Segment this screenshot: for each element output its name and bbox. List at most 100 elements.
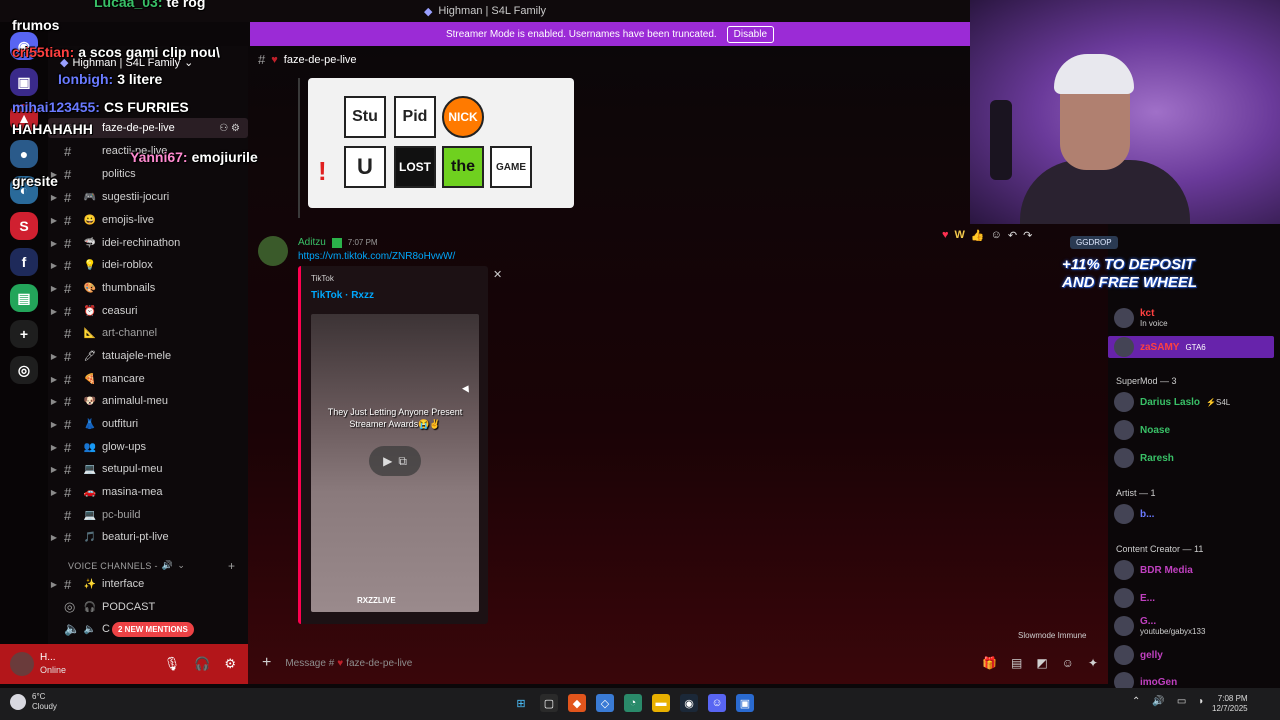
app-icon[interactable]: ▣ [736,694,754,712]
hash-icon: # [64,529,72,545]
server-icon[interactable]: ▤ [10,284,38,312]
channel-reactii-pe-live[interactable]: # reactii-pe-live [48,141,248,161]
embed-provider: TikTok [311,274,334,283]
meme-tile: Pid [394,96,436,138]
headphones-icon[interactable]: 🎧 [194,656,210,672]
brave-browser-icon[interactable]: ◆ [568,694,586,712]
channel-mancare[interactable]: ▶ # 🍕 mancare [48,369,248,389]
gear-icon[interactable]: ⚙ [224,656,236,672]
channel-faze-de-pe-live[interactable]: # faze-de-pe-live ⚇ ⚙ [48,118,248,138]
channel-idei-roblox[interactable]: ▶ # 💡 idei-roblox [48,255,248,275]
voice-channel-podcast[interactable]: ◎ 🎧 PODCAST [48,597,248,617]
copilot-icon[interactable]: ◇ [596,694,614,712]
network-icon[interactable]: ▭ [1177,696,1186,707]
server-icon[interactable]: S [10,212,38,240]
message-composer[interactable]: + Message # ♥ faze-de-pe-live 🎁 ▤ ◩ ☺ ✦ [258,648,1098,678]
author-avatar[interactable] [258,236,288,266]
channel-interface[interactable]: ▶ # ✨ interface [48,574,248,594]
channel-tatuajele-mele[interactable]: ▶ # 🖊 tatuajele-mele [48,346,248,366]
steam-icon[interactable]: ◉ [680,694,698,712]
channel-glow-ups[interactable]: ▶ # 👥 glow-ups [48,437,248,457]
task-view-icon[interactable]: ▢ [540,694,558,712]
discord-home-icon[interactable]: ◉ [10,32,38,60]
ggdrop-ad: GGDROP +11% TO DEPOSIT AND FREE WHEEL [1052,236,1228,302]
forward-icon[interactable]: ↷ [1023,229,1032,242]
channel-art-channel[interactable]: # 📐 art-channel [48,323,248,343]
member-item[interactable]: BDR Media [1114,560,1193,580]
discover-icon[interactable]: ◎ [10,356,38,384]
embed-video[interactable]: They Just Letting Anyone Present Streame… [311,314,479,612]
server-icon[interactable]: ◐ [10,176,38,204]
member-item[interactable]: Raresh [1114,448,1174,468]
channel-sugestii-jocuri[interactable]: ▶ # 🎮 sugestii-jocuri [48,187,248,207]
invite-settings-icon[interactable]: ⚇ ⚙ [219,123,240,134]
channel-thumbnails[interactable]: ▶ # 🎨 thumbnails [48,278,248,298]
emoji-icon[interactable]: ☺ [1062,656,1074,670]
member-item[interactable]: G... youtube/gabyx133 [1114,616,1205,636]
mic-icon[interactable]: 🎙 [164,656,181,672]
member-item[interactable]: b... [1114,504,1154,524]
user-info[interactable]: H... Online [40,652,66,676]
avatar[interactable] [10,652,34,676]
member-item[interactable]: Darius Laslo ⚡S4L [1114,392,1230,412]
add-server-icon[interactable]: + [10,320,38,348]
channel-masina-mea[interactable]: ▶ # 🚗 masina-mea [48,482,248,502]
voice-category[interactable]: VOICE CHANNELS - 🔊 ⌄ + [68,559,235,573]
member-item[interactable]: zaSAMY GTA6 [1114,337,1206,357]
hash-icon: # [64,235,72,251]
channel-idei-rechinathon[interactable]: ▶ # 🦈 idei-rechinathon [48,233,248,253]
discord-icon[interactable]: ☺ [708,694,726,712]
avatar [1114,504,1134,524]
plus-icon[interactable]: + [262,654,271,672]
avatar [1114,392,1134,412]
embed-title[interactable]: TikTok · Rxzz [311,290,374,301]
edge-icon[interactable]: ◔ [624,694,642,712]
member-item[interactable]: gelly [1114,645,1163,665]
channel-pc-build[interactable]: # 💻 pc-build [48,505,248,525]
server-icon[interactable]: ● [10,140,38,168]
gift-icon[interactable]: 🎁 [982,656,997,670]
weather-widget[interactable]: 6°C Cloudy [10,692,57,712]
w-emote-icon[interactable]: W [955,229,965,241]
channel-outfituri[interactable]: ▶ # 👗 outfituri [48,414,248,434]
expand-arrow-icon: ▶ [50,396,58,406]
server-icon[interactable]: ▣ [10,68,38,96]
play-button[interactable]: ▶ ⧉ [369,446,421,476]
author-name[interactable]: Aditzu [298,237,326,248]
member-item[interactable]: Noase [1114,420,1170,440]
meme-image[interactable]: Stu Pid NICK U LOST the GAME ! [308,78,574,208]
gif-icon[interactable]: ▤ [1011,656,1022,670]
close-icon[interactable]: ✕ [493,268,502,281]
composer-channel: faze-de-pe-live [346,657,413,669]
reply-icon[interactable]: ↶ [1008,229,1017,242]
windows-start-icon[interactable]: ⊞ [512,694,530,712]
server-icon[interactable]: f [10,248,38,276]
new-mentions-badge[interactable]: 2 NEW MENTIONS [112,622,194,637]
channel-emojis-live[interactable]: ▶ # 😀 emojis-live [48,210,248,230]
member-item[interactable]: E... [1114,588,1155,608]
meme-tile: NICK [442,96,484,138]
emoji-icon[interactable]: ☺ [991,229,1002,241]
system-clock[interactable]: 7:08 PM 12/7/2025 [1212,694,1248,714]
guild-name[interactable]: ◆ Highman | S4L Family ⌄ [60,56,193,70]
channel-beaturi-pt-live[interactable]: ▶ # 🎵 beaturi-pt-live [48,527,248,547]
thumbs-up-icon[interactable]: 👍 [971,229,985,242]
expand-arrow-icon: ▶ [50,419,58,429]
file-explorer-icon[interactable]: ▬ [652,694,670,712]
speaker-icon[interactable]: 🔊 [1152,696,1164,707]
channel-animalul-meu[interactable]: ▶ # 🐶 animalul-meu [48,391,248,411]
disable-streamer-mode-button[interactable]: Disable [726,25,775,43]
apps-icon[interactable]: ✦ [1088,656,1098,670]
sticker-icon[interactable]: ◩ [1036,656,1047,670]
message-link[interactable]: https://vm.tiktok.com/ZNR8oHvwW/ [298,251,455,262]
channel-ceasuri[interactable]: ▶ # ⏰ ceasuri [48,301,248,321]
member-item[interactable]: kct In voice [1114,308,1168,328]
heart-icon[interactable]: ♥ [942,229,949,241]
add-channel-icon[interactable]: + [228,559,235,573]
channel-setupul-meu[interactable]: ▶ # 💻 setupul-meu [48,459,248,479]
channel-label: politics [102,168,136,180]
channel-politics[interactable]: ▶ # politics [48,164,248,184]
server-icon[interactable]: ▲ [10,104,38,132]
volume-icon[interactable]: ◗ [1198,696,1204,707]
chevron-up-icon[interactable]: ⌃ [1132,696,1140,707]
